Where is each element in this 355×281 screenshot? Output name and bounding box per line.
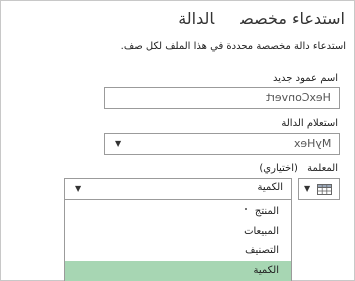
- new-column-name-value: HexConvert: [266, 91, 331, 104]
- parameter-select[interactable]: ▼ الكمية: [64, 178, 292, 200]
- tab-custom-call[interactable]: استدعاء مخصص: [240, 9, 345, 28]
- dropdown-option-label: المبيعات: [244, 226, 279, 237]
- table-grid-icon: [317, 184, 332, 195]
- dialog-heading: استدعاء مخصص الدالة: [178, 9, 345, 28]
- parameter-label: المعلمة (اختياري): [259, 163, 338, 174]
- parameter-dropdown-list: المنتج المبيعات التصنيف الكمية: [64, 200, 292, 281]
- parameter-optional-text: (اختياري): [259, 163, 298, 174]
- dialog-description: استدعاء دالة مخصصة محددة في هذا الملف لك…: [120, 41, 346, 52]
- new-column-name-input[interactable]: HexConvert: [104, 87, 340, 109]
- parameter-label-text: المعلمة: [307, 163, 338, 174]
- chevron-down-icon: ▼: [304, 184, 311, 193]
- chevron-down-icon: ▼: [75, 184, 82, 193]
- dropdown-option-label: التصنيف: [245, 245, 279, 256]
- function-query-select[interactable]: ▼ MyHex: [104, 133, 340, 155]
- cursor-marker: [245, 208, 247, 210]
- function-query-label: استعلام الدالة: [281, 118, 338, 129]
- dropdown-option-label: الكمية: [253, 265, 279, 276]
- tab-function[interactable]: الدالة: [178, 9, 214, 28]
- function-query-value: MyHex: [293, 137, 331, 150]
- dropdown-option-label: المنتج: [254, 206, 279, 217]
- new-column-name-label: اسم عمود جديد: [273, 73, 338, 84]
- column-type-picker[interactable]: ▼: [298, 178, 340, 200]
- dropdown-option-sales[interactable]: المبيعات: [65, 222, 291, 242]
- chevron-down-icon: ▼: [115, 139, 122, 148]
- parameter-value: الكمية: [257, 182, 283, 193]
- dropdown-option-category[interactable]: التصنيف: [65, 241, 291, 261]
- dropdown-option-quantity[interactable]: الكمية: [65, 261, 291, 281]
- dropdown-option-product[interactable]: المنتج: [65, 202, 291, 222]
- custom-function-dialog: استدعاء مخصص الدالة استدعاء دالة مخصصة مح…: [0, 0, 355, 281]
